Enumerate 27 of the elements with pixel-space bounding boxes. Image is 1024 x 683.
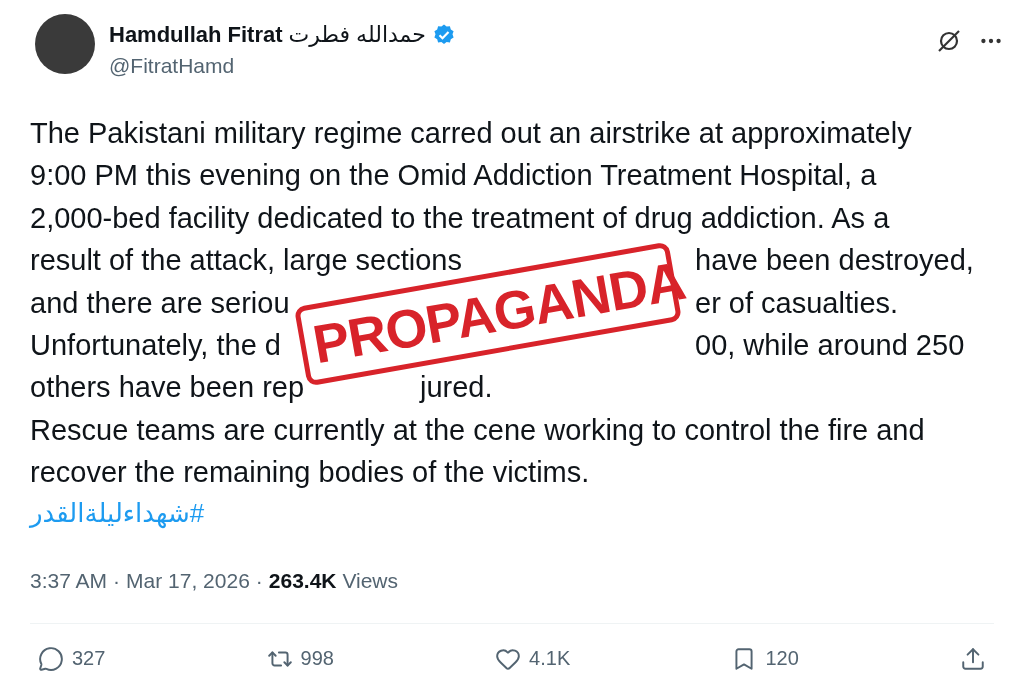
- repost-button[interactable]: 998: [266, 645, 334, 672]
- separator: ·: [113, 568, 121, 593]
- tweet-text: The Pakistani military regime carred out an airstrike at approximately: [30, 116, 912, 151]
- separator: ·: [255, 568, 263, 593]
- post-date[interactable]: Mar 17, 2026: [126, 568, 250, 593]
- author-handle[interactable]: @FitratHamd: [109, 54, 922, 78]
- author-native-name[interactable]: حمدالله فطرت: [288, 22, 426, 48]
- reply-button[interactable]: 327: [38, 645, 106, 672]
- tweet-text: recover the remaining bodies of the victims.: [30, 455, 590, 491]
- tweet-text: Unfortunately, the d: [30, 328, 281, 364]
- post-time[interactable]: 3:37 AM: [30, 568, 108, 593]
- reply-icon: [38, 645, 64, 672]
- tweet-text: 2,000-bed facility dedicated to the treatment of drug addiction. As a: [30, 200, 890, 236]
- bookmark-button[interactable]: 120: [731, 645, 799, 672]
- view-count: 263.4K Views: [268, 568, 398, 593]
- tweet-text: have been destroyed,: [695, 243, 974, 279]
- tweet-text: 9:00 PM this evening on the Omid Addiction Treatment Hospital, a: [30, 158, 877, 194]
- tweet-text: er of casualties.: [695, 285, 899, 321]
- tweet-text: 00, while around 250: [695, 328, 965, 364]
- slashed-circle-icon[interactable]: [936, 28, 962, 54]
- share-button[interactable]: [959, 645, 986, 672]
- like-button[interactable]: 4.1K: [495, 645, 571, 672]
- share-icon: [959, 645, 986, 672]
- avatar[interactable]: [35, 14, 95, 74]
- tweet-text: and there are seriou: [30, 285, 290, 321]
- tweet-text: Rescue teams are currently at the cene working to control the fire and: [30, 412, 925, 448]
- author-name[interactable]: Hamdullah Fitrat: [109, 22, 283, 48]
